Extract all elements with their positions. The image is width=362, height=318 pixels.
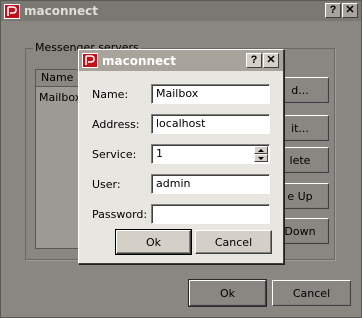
- main-cancel-button[interactable]: Cancel: [272, 280, 351, 306]
- address-label: Address:: [92, 118, 140, 131]
- name-field[interactable]: Mailbox: [151, 84, 270, 104]
- dialog-titlebar[interactable]: maconnect ? ✕: [79, 50, 283, 71]
- dialog-close-button[interactable]: ✕: [263, 53, 279, 68]
- password-label: Password:: [92, 208, 148, 221]
- list-header-name[interactable]: Name: [36, 70, 82, 87]
- server-edit-dialog: maconnect ? ✕ Name: Mailbox Address: loc…: [78, 49, 284, 264]
- user-label: User:: [92, 178, 121, 191]
- service-spinbox[interactable]: 1: [151, 144, 270, 164]
- main-help-button[interactable]: ?: [325, 3, 341, 18]
- app-logo-icon: [4, 3, 20, 19]
- user-field[interactable]: admin: [151, 174, 270, 194]
- app-logo-icon: [82, 53, 98, 68]
- servers-listview[interactable]: Name Mailbox: [35, 69, 83, 249]
- service-label: Service:: [92, 148, 137, 161]
- password-field[interactable]: [151, 204, 270, 224]
- service-value: 1: [156, 147, 163, 160]
- dialog-help-button[interactable]: ?: [246, 53, 262, 68]
- main-titlebar[interactable]: maconnect ? ✕: [1, 1, 361, 21]
- main-ok-button[interactable]: Ok: [188, 279, 267, 307]
- dialog-ok-button[interactable]: Ok: [115, 229, 192, 255]
- main-window-title: maconnect: [24, 4, 99, 18]
- dialog-cancel-button[interactable]: Cancel: [195, 230, 272, 254]
- address-field[interactable]: localhost: [151, 114, 270, 134]
- list-item[interactable]: Mailbox: [37, 90, 82, 105]
- name-label: Name:: [92, 88, 129, 101]
- spin-down-icon[interactable]: [254, 154, 268, 162]
- spin-up-icon[interactable]: [254, 146, 268, 154]
- dialog-title: maconnect: [102, 53, 177, 68]
- main-close-button[interactable]: ✕: [342, 3, 358, 18]
